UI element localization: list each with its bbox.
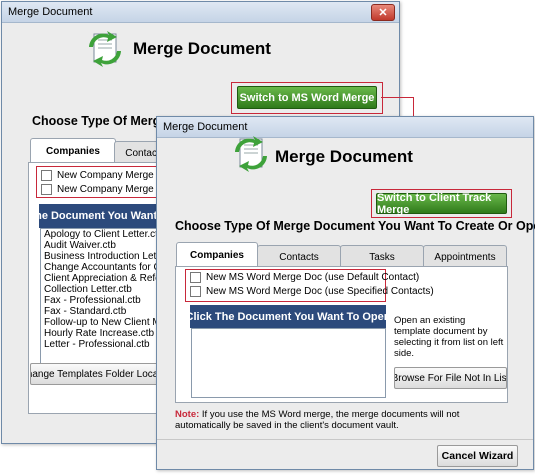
switch-to-client-track-merge-button[interactable]: Switch to Client Track Merge [376, 192, 507, 216]
checkbox[interactable] [190, 286, 201, 297]
list-item[interactable]: Apology to Client Letter.ctb [41, 229, 163, 240]
back-tab-companies[interactable]: Companies [30, 138, 116, 164]
front-tab-tasks[interactable]: Tasks [340, 245, 424, 268]
switch-to-ms-word-merge-button[interactable]: Switch to MS Word Merge [237, 86, 377, 109]
list-item[interactable]: Audit Waiver.ctb [41, 240, 163, 251]
list-item[interactable]: Collection Letter.ctb [41, 284, 163, 295]
back-template-list-items: Apology to Client Letter.ctb Audit Waiver… [41, 229, 163, 350]
back-close-button[interactable]: ✕ [371, 4, 395, 21]
checkbox-label: New MS Word Merge Doc (use Default Conta… [206, 272, 420, 283]
note-text: If you use the MS Word merge, the merge … [175, 409, 460, 431]
front-checkbox-specified[interactable]: New MS Word Merge Doc (use Specified Con… [190, 286, 434, 297]
list-item[interactable]: Fax - Standard.ctb [41, 306, 163, 317]
back-title-bar: Merge Document [2, 2, 399, 23]
checkbox[interactable] [41, 170, 52, 181]
cancel-wizard-button[interactable]: Cancel Wizard [437, 445, 518, 467]
front-tab-appointments[interactable]: Appointments [423, 245, 507, 268]
note-label: Note: [175, 409, 200, 420]
back-template-list[interactable]: Apology to Client Letter.ctb Audit Waiver… [40, 228, 164, 376]
front-template-list[interactable] [191, 328, 386, 398]
front-window: Merge Document Merge Document Switch to … [156, 116, 535, 470]
change-templates-folder-button[interactable]: Change Templates Folder Location [30, 363, 164, 385]
list-item[interactable]: Letter - Professional.ctb [41, 339, 163, 350]
back-window-title: Merge Document [8, 6, 93, 18]
browse-for-file-button[interactable]: Browse For File Not In List [394, 367, 507, 389]
checkbox[interactable] [190, 272, 201, 283]
open-template-help-text: Open an existing template document by se… [394, 315, 504, 359]
list-item[interactable]: Hourly Rate Increase.ctb [41, 328, 163, 339]
front-header-title: Merge Document [275, 147, 413, 166]
front-bottom-divider [157, 439, 533, 440]
front-tab-companies[interactable]: Companies [176, 242, 258, 268]
front-checkbox-default[interactable]: New MS Word Merge Doc (use Default Conta… [190, 272, 419, 283]
list-item[interactable]: Business Introduction Letter.ctb [41, 251, 163, 262]
front-title-bar: Merge Document [157, 117, 533, 138]
front-section-title: Choose Type Of Merge Document You Want T… [175, 219, 535, 233]
back-header-title: Merge Document [133, 39, 271, 58]
list-item[interactable]: Fax - Professional.ctb [41, 295, 163, 306]
front-list-header: Click The Document You Want To Open [190, 305, 386, 328]
back-list-header: Click The Document You Want To Open [39, 204, 164, 228]
front-tab-contacts[interactable]: Contacts [257, 245, 341, 268]
list-item[interactable]: Follow-up to New Client Meeting.ctb [41, 317, 163, 328]
list-item[interactable]: Client Appreciation & Referral.ctb [41, 273, 163, 284]
merge-document-icon [89, 31, 121, 67]
front-window-title: Merge Document [163, 121, 248, 133]
connector-line [381, 97, 414, 98]
merge-note: Note: If you use the MS Word merge, the … [175, 409, 515, 431]
merge-document-icon [235, 136, 267, 172]
checkbox[interactable] [41, 184, 52, 195]
checkbox-label: New MS Word Merge Doc (use Specified Con… [206, 286, 434, 297]
list-item[interactable]: Change Accountants for Client.ctb [41, 262, 163, 273]
